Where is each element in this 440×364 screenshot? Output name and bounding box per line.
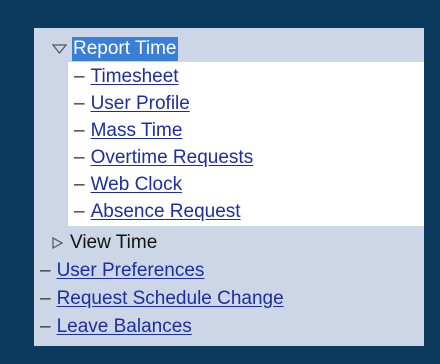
menu-item-user-preferences: – User Preferences [40,258,204,284]
menu-item-leave-balances: – Leave Balances [40,314,192,340]
menu-group-view-time[interactable]: View Time [50,230,157,256]
overtime-requests-link[interactable]: Overtime Requests [91,147,254,169]
menu-item-request-schedule-change: – Request Schedule Change [40,286,284,312]
dash-icon: – [40,288,51,309]
menu-item-user-profile: – User Profile [74,91,190,117]
menu-item-timesheet: – Timesheet [74,64,179,90]
dash-icon: – [40,260,51,281]
timesheet-link[interactable]: Timesheet [91,66,179,88]
web-clock-link[interactable]: Web Clock [91,174,183,196]
view-time-label[interactable]: View Time [70,232,157,254]
menu-group-report-time[interactable]: Report Time [52,36,179,62]
dash-icon: – [74,201,85,222]
leave-balances-link[interactable]: Leave Balances [57,316,192,338]
menu-item-web-clock: – Web Clock [74,172,182,198]
request-schedule-change-link[interactable]: Request Schedule Change [57,288,284,310]
menu-item-mass-time: – Mass Time [74,118,182,144]
menu-item-overtime-requests: – Overtime Requests [74,145,253,171]
dash-icon: – [74,93,85,114]
mass-time-link[interactable]: Mass Time [91,120,183,142]
absence-request-link[interactable]: Absence Request [91,201,241,223]
window-frame: Report Time – Timesheet – User Profile –… [0,0,440,364]
navigation-panel: Report Time – Timesheet – User Profile –… [34,28,424,346]
collapsed-triangle-icon[interactable] [50,237,65,249]
expanded-triangle-icon[interactable] [52,43,67,55]
dash-icon: – [74,120,85,141]
dash-icon: – [74,174,85,195]
report-time-label[interactable]: Report Time [72,37,179,61]
report-time-submenu: – Timesheet – User Profile – Mass Time –… [68,62,424,226]
dash-icon: – [40,316,51,337]
dash-icon: – [74,147,85,168]
user-profile-link[interactable]: User Profile [91,93,190,115]
dash-icon: – [74,66,85,87]
menu-item-absence-request: – Absence Request [74,199,241,225]
user-preferences-link[interactable]: User Preferences [57,260,205,282]
